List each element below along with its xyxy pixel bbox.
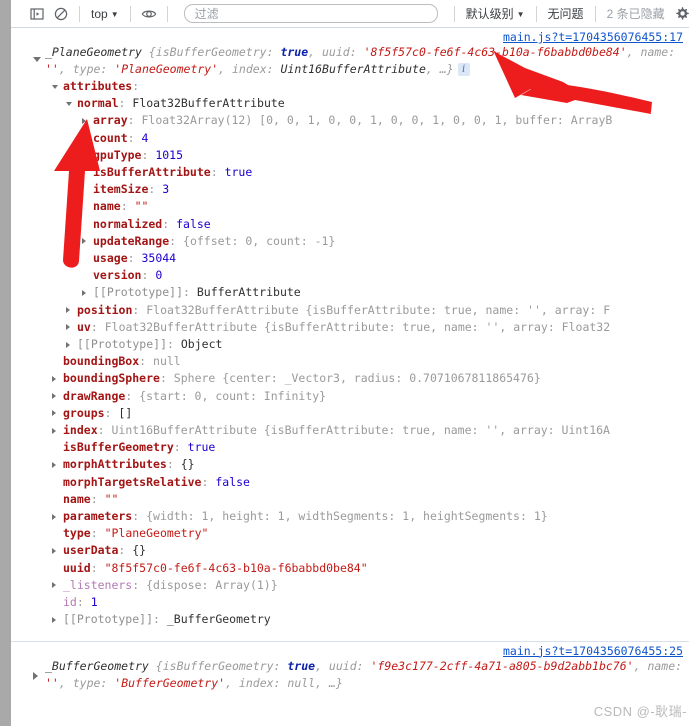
expand-triangle-icon[interactable] [52, 410, 56, 417]
preview-class-name: _BufferGeometry [45, 658, 149, 673]
property-row[interactable]: updateRange: {offset: 0, count: -1} [11, 233, 689, 250]
property-row: boundingBox: null [63, 354, 181, 369]
property-row[interactable]: [[Prototype]]: BufferAttribute [11, 284, 689, 301]
property-row: morphTargetsRelative: false [63, 474, 250, 489]
property-row[interactable]: uv: Float32BufferAttribute {isBufferAttr… [11, 319, 689, 336]
source-link-row: main.js?t=1704356076455:17 [11, 28, 689, 44]
object-preview-row[interactable]: _BufferGeometry {isBufferGeometry: true,… [11, 658, 689, 692]
expand-triangle-icon[interactable] [82, 238, 86, 245]
context-selector-label: top [91, 6, 108, 21]
property-row: type: "PlaneGeometry" [63, 526, 209, 541]
property-row: id: 1 [63, 595, 98, 610]
property-row[interactable]: [[Prototype]]: Object [11, 336, 689, 353]
property-row: isBufferGeometry: true [63, 440, 216, 455]
log-level-label: 默认级别 [465, 7, 514, 21]
toolbar-divider [79, 5, 80, 22]
property-row[interactable]: groups: [] [11, 405, 689, 422]
settings-gear-icon[interactable] [670, 2, 689, 26]
object-preview-row[interactable]: _PlaneGeometry {isBufferGeometry: true, … [11, 44, 689, 78]
expand-triangle-icon[interactable] [66, 341, 70, 348]
property-row[interactable]: index: Uint16BufferAttribute {isBufferAt… [11, 422, 689, 439]
property-row[interactable]: parameters: {width: 1, height: 1, widthS… [11, 508, 689, 525]
expanded-properties: attributes: normal: Float32BufferAttribu… [11, 78, 689, 629]
watermark: CSDN @-耿瑞- [593, 704, 687, 719]
console-entry: main.js?t=1704356076455:17 _PlaneGeometr… [11, 28, 689, 641]
expand-triangle-icon[interactable] [82, 117, 86, 124]
expand-triangle-icon[interactable] [52, 513, 56, 520]
window-left-edge [0, 0, 11, 726]
expand-triangle-icon[interactable] [52, 461, 56, 468]
property-row: itemSize: 3 [93, 182, 170, 197]
live-expression-eye-icon[interactable] [137, 2, 161, 26]
property-row: uuid: "8f5f57c0-fe6f-4c63-b10a-f6babbd0b… [63, 560, 368, 575]
log-level-selector[interactable]: 默认级别 ▼ [461, 3, 530, 25]
clear-console-icon[interactable] [49, 2, 73, 26]
property-row: gpuType: 1015 [93, 147, 184, 162]
property-row[interactable]: normal: Float32BufferAttribute [11, 95, 689, 112]
property-row: name: "" [93, 199, 149, 214]
preview-class-name: _PlaneGeometry [45, 45, 142, 59]
property-row: usage: 35044 [93, 251, 177, 266]
property-row[interactable]: attributes: [11, 78, 689, 95]
toolbar-divider [594, 5, 596, 22]
property-row: name: "" [63, 491, 119, 506]
toolbar-divider [453, 5, 455, 22]
devtools-console-screenshot: top ▼ 默认级别 ▼ 无问题 2 条已隐藏 [0, 0, 689, 726]
expand-triangle-icon[interactable] [52, 427, 56, 434]
source-link[interactable]: main.js?t=1704356076455:17 [503, 30, 683, 44]
array-preview: Float32Array(12) [0, 0, 1, 0, 0, 1, 0, 0… [141, 113, 613, 128]
property-row[interactable]: boundingSphere: Sphere {center: _Vector3… [11, 370, 689, 387]
issues-status[interactable]: 无问题 [543, 3, 589, 25]
source-link[interactable]: main.js?t=1704356076455:25 [503, 644, 683, 658]
expand-triangle-icon[interactable] [52, 616, 56, 623]
info-badge-icon[interactable]: i [457, 63, 470, 76]
expand-triangle-icon[interactable] [33, 671, 38, 680]
source-link-row: main.js?t=1704356076455:25 [11, 642, 689, 658]
property-row: count: 4 [93, 130, 149, 145]
property-row: isBufferAttribute: true [93, 165, 253, 180]
toolbar-divider [535, 5, 537, 22]
console-toolbar: top ▼ 默认级别 ▼ 无问题 2 条已隐藏 [11, 0, 689, 28]
filter-input-wrapper[interactable] [183, 4, 438, 23]
chevron-down-icon: ▼ [516, 9, 525, 19]
property-row[interactable]: drawRange: {start: 0, count: Infinity} [11, 388, 689, 405]
expand-triangle-icon[interactable] [52, 375, 56, 382]
toolbar-divider [166, 5, 168, 22]
property-row[interactable]: morphAttributes: {} [11, 456, 689, 473]
filter-input[interactable] [192, 5, 429, 22]
chevron-down-icon: ▼ [110, 9, 119, 19]
property-row[interactable]: [[Prototype]]: _BufferGeometry [11, 611, 689, 628]
property-row: normalized: false [93, 216, 211, 231]
console-entry: main.js?t=1704356076455:25 _BufferGeomet… [11, 640, 689, 692]
expand-triangle-icon[interactable] [66, 102, 72, 107]
property-row: version: 0 [93, 268, 163, 283]
expand-triangle-icon[interactable] [52, 393, 56, 400]
property-row[interactable]: position: Float32BufferAttribute {isBuff… [11, 302, 689, 319]
hidden-messages-count[interactable]: 2 条已隐藏 [602, 3, 670, 25]
property-row[interactable]: _listeners: {dispose: Array(1)} [11, 577, 689, 594]
property-row[interactable]: array: Float32Array(12) [0, 0, 1, 0, 0, … [11, 112, 689, 129]
object-preview: _PlaneGeometry {isBufferGeometry: true, … [45, 45, 676, 76]
console-message-list[interactable]: main.js?t=1704356076455:17 _PlaneGeometr… [11, 28, 689, 726]
expand-triangle-icon[interactable] [52, 85, 58, 89]
expand-triangle-icon[interactable] [82, 289, 86, 296]
expand-triangle-icon[interactable] [66, 307, 70, 314]
property-row[interactable]: userData: {} [11, 542, 689, 559]
toolbar-divider [129, 5, 131, 22]
expand-triangle-icon[interactable] [33, 57, 41, 62]
expand-triangle-icon[interactable] [52, 582, 56, 589]
expand-triangle-icon[interactable] [66, 324, 70, 331]
expand-triangle-icon[interactable] [52, 547, 56, 554]
object-preview: _BufferGeometry {isBufferGeometry: true,… [45, 658, 683, 690]
context-selector[interactable]: top ▼ [86, 3, 124, 25]
sidebar-panel-icon[interactable] [25, 2, 49, 26]
